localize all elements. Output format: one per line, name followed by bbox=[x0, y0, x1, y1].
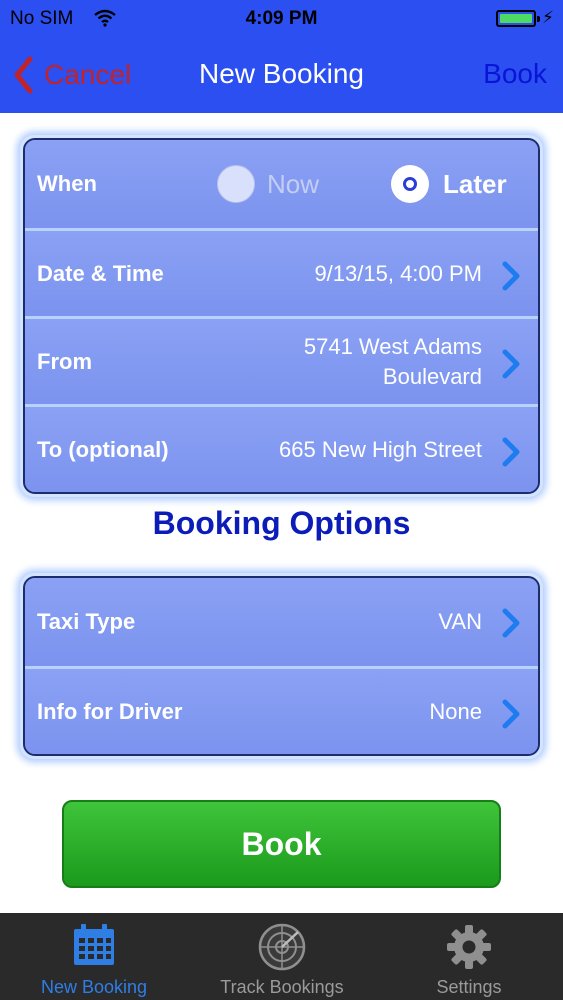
to-label: To (optional) bbox=[37, 436, 169, 462]
tab-track-bookings[interactable]: Track Bookings bbox=[188, 913, 376, 1000]
from-label: From bbox=[37, 348, 92, 374]
to-row[interactable]: To (optional) 665 New High Street bbox=[25, 404, 538, 492]
chevron-right-icon bbox=[502, 437, 520, 467]
when-row: When Now Later bbox=[25, 140, 538, 228]
taxi-type-row[interactable]: Taxi Type VAN bbox=[25, 578, 538, 666]
to-value: 665 New High Street bbox=[279, 436, 482, 462]
tab-label: New Booking bbox=[40, 977, 148, 997]
from-value-line1: 5741 West Adams bbox=[303, 333, 482, 359]
radio-now[interactable] bbox=[217, 165, 255, 203]
driver-info-label: Info for Driver bbox=[37, 698, 183, 724]
header: No SIM 4:09 PM ⚡ Cancel New Booking Book bbox=[0, 0, 563, 113]
driver-info-value: None bbox=[429, 698, 482, 724]
page-title: New Booking bbox=[199, 58, 364, 89]
chevron-right-icon bbox=[502, 699, 520, 729]
tab-new-booking[interactable]: New Booking bbox=[0, 913, 188, 1000]
from-row[interactable]: From 5741 West Adams Boulevard bbox=[25, 316, 538, 404]
tab-label: Settings bbox=[436, 977, 502, 997]
later-option-label[interactable]: Later bbox=[443, 169, 507, 200]
tab-bar: New Booking Track Bookings Settings bbox=[0, 913, 563, 1000]
book-button[interactable]: Book bbox=[62, 800, 501, 888]
date-time-value: 9/13/15, 4:00 PM bbox=[314, 260, 482, 286]
chevron-right-icon bbox=[502, 608, 520, 638]
gear-icon bbox=[447, 925, 491, 969]
battery-icon bbox=[496, 10, 540, 27]
chevron-right-icon bbox=[502, 349, 520, 379]
from-value-line2: Boulevard bbox=[382, 363, 482, 389]
from-value: 5741 West Adams Boulevard bbox=[304, 332, 482, 392]
taxi-type-label: Taxi Type bbox=[37, 609, 136, 634]
trip-panel: When Now Later Date & Time 9/13/15, 4:00… bbox=[20, 135, 543, 497]
chevron-right-icon bbox=[502, 261, 520, 291]
radar-icon bbox=[258, 923, 306, 971]
date-time-row[interactable]: Date & Time 9/13/15, 4:00 PM bbox=[25, 228, 538, 316]
calendar-icon bbox=[74, 924, 114, 965]
when-label: When bbox=[37, 171, 97, 196]
now-option-label[interactable]: Now bbox=[267, 169, 319, 200]
taxi-type-value: VAN bbox=[438, 609, 482, 634]
options-panel: Taxi Type VAN Info for Driver None bbox=[20, 573, 543, 759]
radio-later[interactable] bbox=[391, 165, 429, 203]
tab-label: Track Bookings bbox=[220, 977, 344, 997]
date-time-label: Date & Time bbox=[37, 260, 164, 286]
nav-book-button[interactable]: Book bbox=[483, 58, 547, 90]
charging-icon: ⚡ bbox=[542, 8, 554, 27]
status-time: 4:09 PM bbox=[245, 8, 318, 29]
status-bar: No SIM 4:09 PM ⚡ bbox=[0, 0, 563, 36]
section-title: Booking Options bbox=[152, 505, 411, 541]
driver-info-row[interactable]: Info for Driver None bbox=[25, 666, 538, 754]
tab-settings[interactable]: Settings bbox=[375, 913, 563, 1000]
